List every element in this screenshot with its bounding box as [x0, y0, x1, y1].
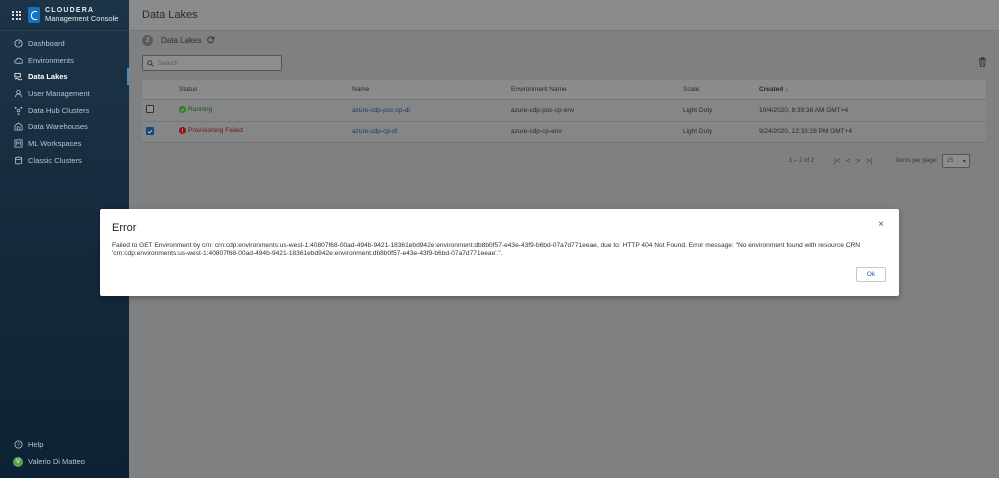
users-icon	[13, 88, 23, 98]
sidebar-item-label: Data Lakes	[28, 72, 68, 82]
row-checkbox[interactable]	[146, 105, 154, 114]
sidebar-item-dashboard[interactable]: Dashboard	[0, 35, 129, 52]
list-title: Data Lakes	[161, 36, 202, 45]
sidebar-item-data-hub-clusters[interactable]: Data Hub Clusters	[0, 102, 129, 119]
search-box[interactable]	[142, 55, 282, 71]
sidebar-item-label: Dashboard	[28, 38, 65, 48]
search-icon	[147, 59, 154, 67]
sidebar-item-label: User Management	[28, 88, 90, 98]
sidebar-item-help[interactable]: ? Help	[0, 437, 129, 454]
help-icon: ?	[13, 440, 23, 450]
cloudera-logo	[28, 7, 40, 23]
table-row[interactable]: Provisioning Failed azure-cdp-cp-dl azur…	[142, 122, 986, 143]
status-badge: Running	[179, 105, 213, 113]
sidebar-item-label: Environments	[28, 55, 74, 65]
checkmark-icon	[147, 129, 153, 134]
last-page-icon[interactable]: >|	[866, 158, 872, 165]
datalake-name-link[interactable]: azure-cdp-poc-cp-dl	[352, 107, 511, 114]
cloud-icon	[13, 55, 23, 65]
environment-name: azure-cdp-cp-env	[511, 128, 562, 136]
error-circle-icon	[179, 127, 186, 135]
chevron-down-icon: ▾	[962, 158, 966, 165]
status-badge: Provisioning Failed	[179, 127, 243, 135]
brand-subtitle: Management Console	[45, 13, 119, 23]
sidebar-item-classic-clusters[interactable]: Classic Clusters	[0, 152, 129, 169]
sidebar-item-data-warehouses[interactable]: Data Warehouses	[0, 118, 129, 135]
sidebar-footer: ? Help V Valerio Di Matteo	[0, 437, 129, 470]
created-timestamp: 9/24/2020, 12:33:28 PM GMT+4	[759, 128, 853, 136]
column-header-scale[interactable]: Scale	[683, 86, 759, 93]
pagination: 1 – 2 of 2 |< < > >| Items per page: 25 …	[789, 154, 970, 168]
count-badge: 2	[142, 35, 153, 46]
classic-cluster-icon	[13, 155, 23, 165]
sidebar-item-label: Classic Clusters	[28, 155, 82, 165]
page-title: Data Lakes	[142, 9, 198, 21]
status-cell: Provisioning Failed	[179, 127, 352, 136]
ok-button[interactable]: Ok	[856, 267, 886, 282]
next-page-icon[interactable]: >	[856, 158, 860, 165]
avatar: V	[13, 456, 23, 467]
brand-text: CLOUDERA Management Console	[45, 7, 118, 23]
error-message: Failed to GET Environment by crn: crn:cd…	[112, 242, 861, 257]
datalake-name-link[interactable]: azure-cdp-cp-dl	[352, 128, 511, 135]
status-text: Provisioning Failed	[188, 127, 243, 135]
scale-value: Light Duty	[683, 128, 713, 136]
scale-value: Light Duty	[683, 106, 713, 114]
column-header-status[interactable]: Status	[179, 86, 352, 93]
refresh-icon[interactable]	[206, 35, 215, 46]
close-icon[interactable]: ×	[878, 219, 884, 230]
sidebar-item-environments[interactable]: Environments	[0, 52, 129, 69]
row-checkbox[interactable]	[146, 127, 154, 135]
sidebar-item-user-management[interactable]: User Management	[0, 85, 129, 102]
page-range: 1 – 2 of 2	[789, 158, 815, 164]
sidebar-item-label: ML Workspaces	[28, 138, 82, 148]
warehouse-icon	[13, 122, 23, 132]
table-row[interactable]: Running azure-cdp-poc-cp-dl azure-cdp-po…	[142, 100, 986, 122]
list-header: 2 Data Lakes	[142, 35, 215, 46]
brand-header: CLOUDERA Management Console	[0, 0, 129, 31]
svg-text:?: ?	[17, 443, 20, 449]
user-name: Valerio Di Matteo	[28, 457, 85, 467]
sidebar-item-ml-workspaces[interactable]: ML Workspaces	[0, 135, 129, 152]
row-select-cell	[142, 105, 179, 115]
sidebar-item-data-lakes[interactable]: Data Lakes	[0, 68, 129, 85]
delete-icon[interactable]	[978, 57, 987, 69]
created-header-label: Created	[759, 86, 784, 93]
error-modal: Error × Failed to GET Environment by crn…	[100, 209, 899, 296]
column-header-created[interactable]: Created ↓	[759, 86, 879, 93]
items-per-page-value: 25	[946, 158, 954, 164]
page-header: Data Lakes	[129, 0, 999, 31]
data-lake-icon	[13, 72, 23, 82]
modal-title: Error	[112, 222, 137, 234]
status-text: Running	[188, 105, 213, 113]
items-per-page-label: Items per page:	[896, 158, 938, 164]
row-select-cell	[142, 127, 179, 137]
sidebar-item-label: Data Warehouses	[28, 122, 88, 132]
sidebar-item-label: Data Hub Clusters	[28, 105, 90, 115]
sidebar-nav: Dashboard Environments Data Lakes User M…	[0, 35, 129, 169]
sidebar-item-user-profile[interactable]: V Valerio Di Matteo	[0, 453, 129, 470]
items-per-page-select[interactable]: 25 ▾	[941, 154, 970, 168]
environment-name: azure-cdp-poc-cp-env	[511, 106, 575, 114]
column-header-name[interactable]: Name	[352, 86, 511, 93]
created-timestamp: 10/4/2020, 8:39:38 AM GMT+4	[759, 106, 849, 114]
app-launcher-icon[interactable]	[12, 10, 21, 20]
datahub-icon	[13, 105, 23, 115]
table-header-row: Status Name Environment Name Scale Creat…	[142, 80, 986, 100]
status-cell: Running	[179, 105, 352, 115]
column-header-environment-name[interactable]: Environment Name	[511, 86, 683, 93]
data-lakes-table: Status Name Environment Name Scale Creat…	[142, 80, 986, 143]
prev-page-icon[interactable]: <	[846, 158, 850, 165]
dashboard-icon	[13, 38, 23, 48]
first-page-icon[interactable]: |<	[834, 158, 840, 165]
check-circle-icon	[179, 105, 186, 113]
sidebar-item-label: Help	[28, 440, 44, 450]
ml-icon	[13, 138, 23, 148]
search-input[interactable]	[158, 59, 268, 67]
sort-down-arrow-icon: ↓	[785, 86, 789, 93]
